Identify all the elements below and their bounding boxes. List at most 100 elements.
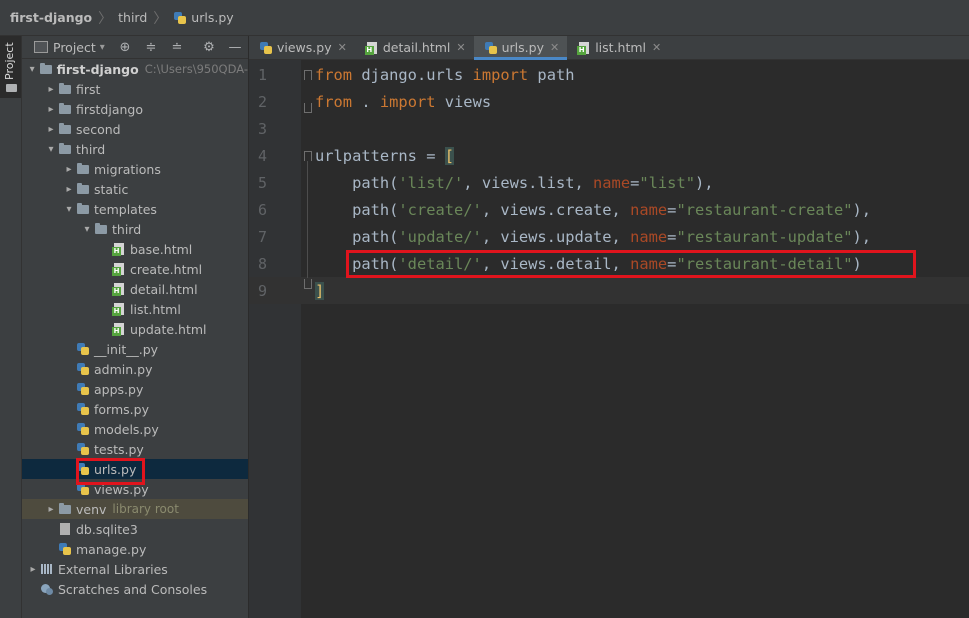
chevron-down-icon[interactable]: ▾	[26, 64, 39, 75]
tree-item[interactable]: Scratches and Consoles	[22, 579, 248, 599]
code-line[interactable]: 4 urlpatterns = [	[249, 142, 969, 169]
chevron-right-icon[interactable]: ▸	[26, 564, 40, 575]
project-toolbar: Project ▾ ⊕ ≑ ≐ ⚙ —	[22, 36, 248, 59]
code-editor[interactable]: 1 from django.urls import path 2 from . imp…	[249, 60, 969, 618]
tree-item[interactable]: detail.html	[22, 279, 248, 299]
code-token: "restaurant-create"	[676, 200, 853, 219]
breadcrumb: first-django 〉 third 〉 urls.py	[0, 0, 969, 36]
fold-marker[interactable]	[304, 279, 312, 289]
close-icon[interactable]: ✕	[338, 41, 347, 54]
chevron-right-icon[interactable]: ▸	[44, 104, 58, 115]
html-file-icon	[112, 242, 126, 256]
close-icon[interactable]: ✕	[550, 41, 559, 54]
tree-item[interactable]: forms.py	[22, 399, 248, 419]
code-token: , views.create,	[481, 200, 631, 219]
chevron-right-icon[interactable]: ▸	[62, 164, 76, 175]
code-line[interactable]: 5 path('list/', views.list, name="list")…	[249, 169, 969, 196]
tree-item[interactable]: manage.py	[22, 539, 248, 559]
tree-item[interactable]: base.html	[22, 239, 248, 259]
line-number: 2	[257, 92, 267, 111]
tree-item[interactable]: ▾ third	[22, 139, 248, 159]
code-token: path(	[315, 173, 399, 192]
tree-item[interactable]: create.html	[22, 259, 248, 279]
folder-icon	[58, 122, 72, 136]
line-number: 5	[257, 173, 267, 192]
python-file-icon	[259, 41, 273, 55]
tree-item[interactable]: tests.py	[22, 439, 248, 459]
code-line[interactable]: 3	[249, 115, 969, 142]
tree-item[interactable]: list.html	[22, 299, 248, 319]
tab-views-py[interactable]: views.py ✕	[249, 36, 355, 59]
tree-item[interactable]: ▸ static	[22, 179, 248, 199]
chevron-right-icon[interactable]: ▸	[44, 504, 58, 515]
tree-item[interactable]: ▸ External Libraries	[22, 559, 248, 579]
tree-item[interactable]: models.py	[22, 419, 248, 439]
tree-item[interactable]: db.sqlite3	[22, 519, 248, 539]
tree-item[interactable]: ▾ third	[22, 219, 248, 239]
code-token: urlpatterns =	[315, 146, 445, 165]
code-line[interactable]: 9]	[249, 277, 969, 304]
tree-item[interactable]: __init__.py	[22, 339, 248, 359]
chevron-down-icon[interactable]: ▾	[100, 42, 105, 53]
tree-item[interactable]: ▾ templates	[22, 199, 248, 219]
code-token: from	[315, 92, 353, 111]
project-tool-tab[interactable]: Project	[0, 36, 21, 98]
tree-item[interactable]: ▸ firstdjango	[22, 99, 248, 119]
locate-file-icon[interactable]: ⊕	[116, 38, 134, 56]
tree-item[interactable]: ▸ migrations	[22, 159, 248, 179]
tree-item-label: templates	[94, 201, 157, 217]
chevron-right-icon[interactable]: ▸	[44, 124, 58, 135]
tree-item[interactable]: ▸ second	[22, 119, 248, 139]
fold-marker[interactable]	[304, 70, 312, 80]
html-file-icon	[112, 282, 126, 296]
tree-item[interactable]: apps.py	[22, 379, 248, 399]
breadcrumb-file[interactable]: urls.py	[173, 10, 234, 25]
expand-all-icon[interactable]: ≑	[142, 38, 160, 56]
tab-detail-html[interactable]: detail.html ✕	[355, 36, 474, 59]
line-number: 1	[257, 65, 267, 84]
code-token: from	[315, 65, 353, 84]
chevron-right-icon[interactable]: ▸	[62, 184, 76, 195]
folder-icon	[58, 502, 72, 516]
fold-marker[interactable]	[304, 151, 312, 161]
code-text: path('list/', views.list, name="list"),	[315, 173, 714, 192]
tree-item-label: firstdjango	[76, 101, 143, 117]
tree-item-label: first-django	[56, 61, 139, 77]
code-line[interactable]: 1 from django.urls import path	[249, 61, 969, 88]
tree-item[interactable]: ▾ first-django C:\Users\950QDA-	[22, 59, 248, 79]
code-text: ]	[315, 281, 325, 300]
tree-item[interactable]: admin.py	[22, 359, 248, 379]
chevron-down-icon[interactable]: ▾	[80, 224, 94, 235]
project-view-selector[interactable]: Project	[53, 40, 96, 55]
code-line[interactable]: 7 path('update/', views.update, name="re…	[249, 223, 969, 250]
breadcrumb-folder[interactable]: third	[118, 10, 147, 25]
tree-item[interactable]: update.html	[22, 319, 248, 339]
python-file-icon	[484, 41, 498, 55]
tree-item[interactable]: ▸ first	[22, 79, 248, 99]
code-token: , views.list,	[463, 173, 594, 192]
collapse-all-icon[interactable]: ≐	[168, 38, 186, 56]
breadcrumb-project[interactable]: first-django	[10, 10, 92, 25]
code-token: views	[435, 92, 492, 111]
breadcrumb-separator: 〉	[153, 10, 168, 27]
tree-item-label: second	[76, 121, 121, 137]
code-line[interactable]: 6 path('create/', views.create, name="re…	[249, 196, 969, 223]
chevron-down-icon[interactable]: ▾	[62, 204, 76, 215]
fold-marker[interactable]	[304, 103, 312, 113]
tree-item[interactable]: ▸ venv library root	[22, 499, 248, 519]
line-number: 6	[257, 200, 267, 219]
code-token: ),	[694, 173, 714, 192]
tab-urls-py[interactable]: urls.py ✕	[473, 36, 568, 60]
tab-list-html[interactable]: list.html ✕	[567, 36, 669, 59]
chevron-right-icon[interactable]: ▸	[44, 84, 58, 95]
close-icon[interactable]: ✕	[456, 41, 465, 54]
chevron-down-icon[interactable]: ▾	[44, 144, 58, 155]
close-icon[interactable]: ✕	[652, 41, 661, 54]
gear-icon[interactable]: ⚙	[200, 38, 218, 56]
hide-panel-icon[interactable]: —	[226, 38, 244, 56]
tree-item-label: Scratches and Consoles	[58, 581, 208, 597]
code-token: path(	[315, 200, 399, 219]
code-token: ]	[315, 281, 325, 300]
folder-icon	[58, 102, 72, 116]
code-line[interactable]: 2 from . import views	[249, 88, 969, 115]
